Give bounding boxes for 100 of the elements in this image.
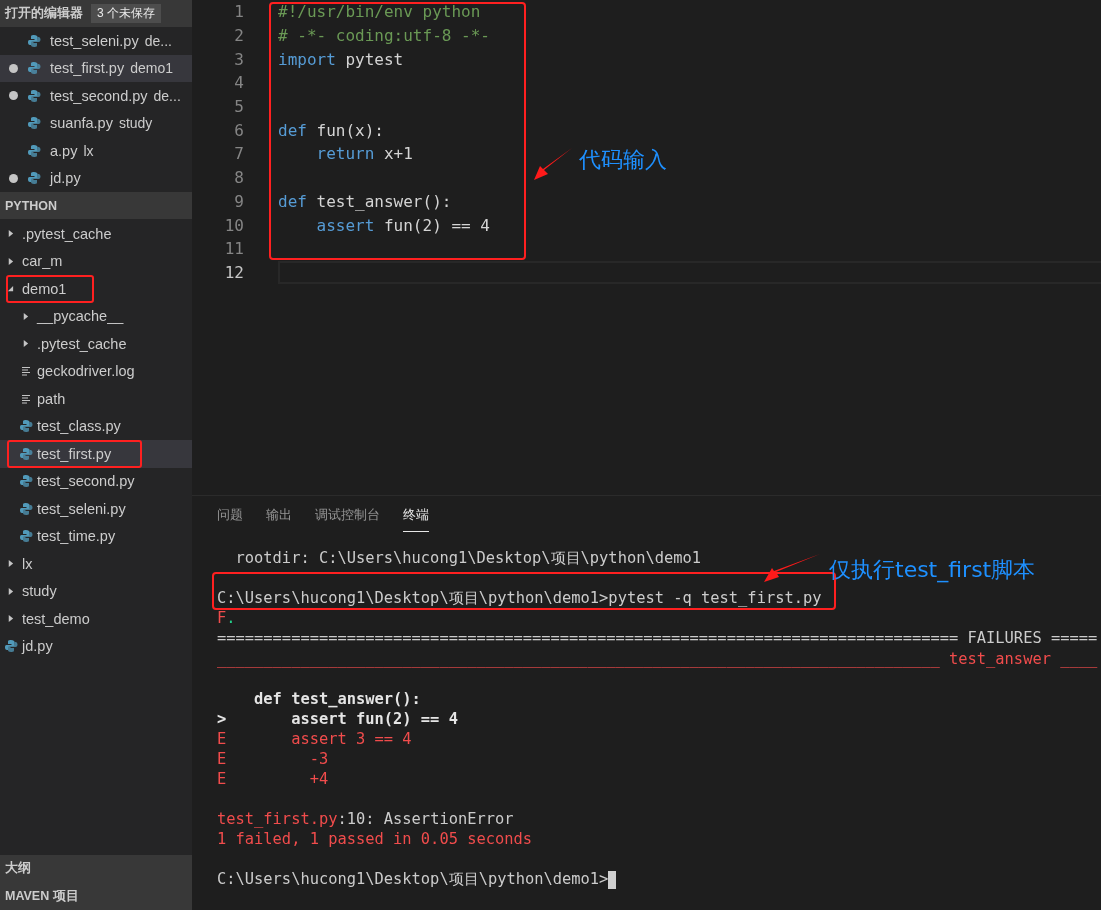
open-editor-item[interactable]: test_seleni.py de...	[0, 27, 192, 55]
tree-item[interactable]: test_seleni.py	[0, 495, 192, 523]
tree-item[interactable]: test_first.py	[0, 440, 192, 468]
line-number: 4	[233, 73, 244, 93]
unsaved-dot-icon	[9, 63, 18, 73]
tree-label: test_class.py	[37, 418, 121, 435]
tree-label: .pytest_cache	[37, 335, 127, 352]
python-file-icon	[27, 33, 41, 48]
unsaved-badge: 3 个未保存	[91, 4, 161, 23]
expanded-caret-icon	[7, 284, 14, 294]
panel-tab[interactable]: 调试控制台	[315, 506, 380, 532]
tree-label: car_m	[22, 253, 63, 270]
tree-label: demo1	[22, 280, 67, 297]
terminal-line: rootdir: C:\Users\hucong1\Desktop\项目\python\demo1	[234, 547, 702, 569]
python-file-icon	[27, 88, 41, 103]
line-number: 7	[233, 144, 244, 164]
tree-label: test_first.py	[37, 445, 112, 462]
folder-description: de...	[153, 87, 181, 104]
line-number: 6	[233, 120, 244, 140]
panel-tab[interactable]: 输出	[266, 506, 292, 532]
terminal-line: F.	[217, 609, 236, 628]
open-editor-item[interactable]: suanfa.py study	[0, 109, 192, 137]
text-file-icon	[21, 393, 31, 404]
section-title: 打开的编辑器	[5, 5, 83, 22]
section-title: PYTHON	[5, 198, 58, 213]
file-name: suanfa.py	[50, 115, 113, 132]
tree-label: lx	[22, 555, 33, 572]
tree-label: __pycache__	[37, 308, 124, 325]
code-line: return x+1	[315, 144, 413, 164]
terminal-line: test_first.py:10: AssertionError	[217, 810, 514, 829]
tree-label: .pytest_cache	[22, 225, 112, 242]
open-editor-item[interactable]: a.py lx	[0, 137, 192, 165]
code-line: #!/usr/bin/env python	[278, 2, 481, 22]
folder-description: lx	[83, 142, 94, 159]
tree-item[interactable]: study	[0, 577, 192, 605]
section-header[interactable]: 大纲	[0, 855, 192, 883]
tree-item[interactable]: __pycache__	[0, 302, 192, 330]
tree-item[interactable]: test_time.py	[0, 522, 192, 550]
tree-item[interactable]: test_class.py	[0, 412, 192, 440]
folder-description: study	[118, 115, 153, 132]
tree-label: test_seleni.py	[37, 500, 126, 517]
tree-label: test_demo	[22, 610, 90, 627]
tree-item[interactable]: lx	[0, 550, 192, 578]
unsaved-dot-icon	[9, 173, 18, 183]
python-file-icon	[27, 116, 41, 131]
tree-item[interactable]: car_m	[0, 247, 192, 275]
file-name: jd.py	[50, 170, 81, 187]
panel-tab[interactable]: 终端	[403, 506, 429, 532]
terminal-line: def test_answer():	[253, 689, 421, 708]
tree-item[interactable]: .pytest_cache	[0, 330, 192, 358]
terminal-line: > assert fun(2) == 4	[217, 709, 458, 728]
line-number: 10	[223, 215, 244, 235]
tree-item[interactable]: geckodriver.log	[0, 357, 192, 385]
file-name: test_second.py	[50, 87, 148, 104]
terminal-line: 1 failed, 1 passed in 0.05 seconds	[217, 830, 533, 849]
line-number: 2	[233, 26, 244, 46]
section-title: 大纲	[5, 860, 31, 878]
python-file-icon	[27, 61, 41, 76]
python-file-icon	[19, 501, 33, 516]
panel-tab[interactable]: 问题	[217, 506, 243, 532]
line-number: 5	[233, 97, 244, 117]
unsaved-dot-icon	[9, 91, 18, 101]
collapsed-caret-icon	[22, 339, 29, 349]
python-file-icon	[27, 171, 41, 186]
code-line: def fun(x):	[278, 120, 384, 140]
terminal-line: E -3	[217, 750, 329, 768]
tree-item[interactable]: .pytest_cache	[0, 220, 192, 248]
python-file-icon	[4, 639, 18, 654]
section-header[interactable]: MAVEN 项目	[0, 882, 192, 910]
section-header[interactable]: PYTHON	[0, 192, 192, 219]
code-line: def test_answer():	[278, 191, 452, 211]
tree-item[interactable]: demo1	[0, 275, 192, 303]
line-number: 3	[233, 49, 244, 69]
open-editor-item[interactable]: test_second.py de...	[0, 82, 192, 110]
open-editor-item[interactable]: jd.py	[0, 164, 192, 192]
file-name: test_seleni.py	[50, 32, 139, 49]
terminal-line: C:\Users\hucong1\Desktop\项目\python\demo1>	[217, 869, 609, 891]
tree-item[interactable]: test_second.py	[0, 467, 192, 495]
code-line: # -*- coding:utf-8 -*-	[278, 26, 490, 46]
section-header[interactable]: 打开的编辑器 3 个未保存	[0, 0, 192, 27]
python-file-icon	[19, 474, 33, 489]
python-file-icon	[27, 143, 41, 158]
python-file-icon	[19, 419, 33, 434]
python-file-icon	[19, 529, 33, 544]
annotation-text: 仅执行test_first脚本	[829, 556, 1036, 585]
code-line: import pytest	[278, 49, 404, 69]
line-number: 1	[233, 2, 244, 22]
terminal-line: C:\Users\hucong1\Desktop\项目\python\demo1>pytest -q test_first.py	[217, 587, 822, 609]
open-editor-item[interactable]: test_first.py demo1	[0, 54, 192, 82]
tree-item[interactable]: jd.py	[0, 632, 192, 660]
collapsed-caret-icon	[7, 559, 14, 569]
terminal-line: ================================================================================ FAILURES =====	[217, 629, 1098, 648]
terminal-line: E assert 3 == 4	[217, 729, 412, 748]
folder-description: demo1	[130, 60, 173, 77]
tree-label: geckodriver.log	[37, 363, 135, 380]
annotation-text: 代码输入	[579, 146, 667, 174]
terminal-line: E +4	[217, 770, 329, 789]
tree-item[interactable]: path	[0, 385, 192, 413]
python-file-icon	[19, 446, 33, 461]
tree-item[interactable]: test_demo	[0, 605, 192, 633]
